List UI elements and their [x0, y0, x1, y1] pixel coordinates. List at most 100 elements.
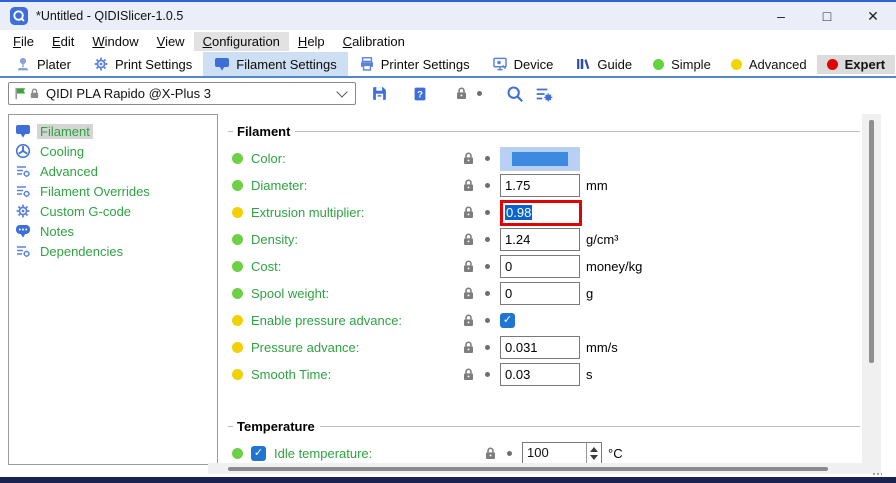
menu-item-configuration[interactable]: Configuration	[194, 32, 289, 51]
modified-state-dot-icon	[232, 207, 243, 218]
spin-up-icon[interactable]	[590, 447, 598, 452]
sidebar-item-filament-overrides[interactable]: Filament Overrides	[9, 181, 217, 201]
enable-checkbox[interactable]	[251, 446, 266, 461]
lock-icon[interactable]	[454, 86, 469, 101]
lock-icon[interactable]	[461, 340, 476, 355]
maximize-button[interactable]: □	[804, 2, 850, 30]
text-input-highlighted[interactable]: 0.98	[500, 200, 582, 226]
horizontal-scrollbar-thumb[interactable]	[228, 467, 828, 471]
close-button[interactable]: ✕	[850, 2, 896, 30]
revert-dot-icon[interactable]	[485, 183, 490, 188]
setting-row-spool-weight: Spool weight: g	[232, 280, 860, 307]
lock-icon[interactable]	[461, 313, 476, 328]
lock-icon[interactable]	[461, 178, 476, 193]
search-button[interactable]	[506, 85, 524, 103]
tab-device[interactable]: Device	[481, 52, 565, 76]
lock-icon[interactable]	[461, 286, 476, 301]
sidebar-item-advanced[interactable]: Advanced	[9, 161, 217, 181]
compare-settings-button[interactable]	[535, 85, 553, 103]
setting-unit: mm	[586, 178, 608, 193]
menu-item-help[interactable]: Help	[289, 32, 334, 51]
vertical-scrollbar[interactable]	[862, 114, 881, 465]
spin-down-icon[interactable]	[590, 455, 598, 460]
sidebar-item-filament[interactable]: Filament	[9, 121, 217, 141]
sidebar-item-label: Custom G-code	[37, 204, 134, 219]
menu-bar: FileEditWindowViewConfigurationHelpCalib…	[0, 30, 896, 52]
revert-dot-icon[interactable]	[477, 91, 482, 96]
menu-item-edit[interactable]: Edit	[43, 32, 83, 51]
expert-mode-dot-icon	[827, 59, 838, 70]
setting-label-group: Diameter:	[232, 178, 461, 193]
setting-label-group: Density:	[232, 232, 461, 247]
lock-icon[interactable]	[461, 151, 476, 166]
settings-panel: FilamentColor:Diameter:mmExtrusion multi…	[228, 114, 860, 467]
lock-icon[interactable]	[461, 232, 476, 247]
simple-mode-dot-icon	[653, 59, 664, 70]
revert-dot-icon[interactable]	[485, 156, 490, 161]
tab-print-settings[interactable]: Print Settings	[82, 52, 203, 76]
tab-filament-settings[interactable]: Filament Settings	[203, 52, 347, 76]
window-bottom-border	[0, 477, 896, 483]
menu-item-view[interactable]: View	[148, 32, 194, 51]
text-input[interactable]	[500, 363, 580, 386]
help-button[interactable]: ?	[412, 86, 428, 102]
text-input[interactable]	[500, 174, 580, 197]
setting-label: Enable pressure advance:	[251, 313, 402, 328]
lock-icon[interactable]	[461, 259, 476, 274]
horizontal-scrollbar[interactable]	[208, 463, 881, 474]
preset-toolbar: QIDI PLA Rapido @X-Plus 3 ?	[0, 78, 896, 109]
minimize-button[interactable]: –	[758, 2, 804, 30]
spinner-input[interactable]: 100	[522, 442, 602, 465]
text-input[interactable]	[500, 282, 580, 305]
sidebar-item-custom-g-code[interactable]: Custom G-code	[9, 201, 217, 221]
setting-label: Spool weight:	[251, 286, 329, 301]
lock-icon[interactable]	[461, 205, 476, 220]
lock-icon[interactable]	[483, 446, 498, 461]
setting-label-group: Color:	[232, 151, 461, 166]
preset-combobox[interactable]: QIDI PLA Rapido @X-Plus 3	[8, 82, 356, 105]
menu-item-file[interactable]: File	[4, 32, 43, 51]
setting-checkbox[interactable]	[500, 313, 515, 328]
setting-unit: money/kg	[586, 259, 642, 274]
revert-dot-icon[interactable]	[485, 372, 490, 377]
text-input[interactable]	[500, 336, 580, 359]
sidebar-item-notes[interactable]: Notes	[9, 221, 217, 241]
text-input[interactable]	[500, 228, 580, 251]
revert-dot-icon[interactable]	[485, 210, 490, 215]
modified-state-dot-icon	[232, 342, 243, 353]
lock-icon[interactable]	[461, 367, 476, 382]
modified-state-dot-icon	[232, 288, 243, 299]
advanced-mode-dot-icon	[731, 59, 742, 70]
spinner-arrows[interactable]	[586, 443, 601, 464]
color-swatch[interactable]	[500, 147, 580, 171]
text-input[interactable]	[500, 255, 580, 278]
revert-dot-icon[interactable]	[507, 451, 512, 456]
revert-dot-icon[interactable]	[485, 345, 490, 350]
mode-expert[interactable]: Expert	[817, 55, 895, 74]
notes-icon	[14, 223, 31, 239]
settings-sidebar: FilamentCoolingAdvancedFilament Override…	[8, 114, 218, 465]
revert-dot-icon[interactable]	[485, 237, 490, 242]
revert-dot-icon[interactable]	[485, 318, 490, 323]
mode-selector: Simple Advanced Expert	[643, 52, 896, 76]
spinner-value: 100	[523, 443, 586, 464]
menu-item-calibration[interactable]: Calibration	[334, 32, 414, 51]
mode-advanced[interactable]: Advanced	[721, 55, 817, 74]
revert-dot-icon[interactable]	[485, 291, 490, 296]
mode-label: Advanced	[749, 57, 807, 72]
section-header: Temperature	[228, 419, 860, 434]
tab-guide[interactable]: Guide	[564, 52, 643, 76]
setting-unit: g	[586, 286, 593, 301]
menu-item-window[interactable]: Window	[83, 32, 147, 51]
svg-text:?: ?	[417, 89, 423, 100]
tab-printer-settings[interactable]: Printer Settings	[348, 52, 481, 76]
setting-label: Extrusion multiplier:	[251, 205, 364, 220]
vertical-scrollbar-thumb[interactable]	[869, 120, 874, 363]
modified-state-dot-icon	[232, 153, 243, 164]
sidebar-item-cooling[interactable]: Cooling	[9, 141, 217, 161]
save-preset-button[interactable]	[371, 85, 388, 102]
sidebar-item-dependencies[interactable]: Dependencies	[9, 241, 217, 261]
tab-plater[interactable]: Plater	[4, 52, 82, 76]
revert-dot-icon[interactable]	[485, 264, 490, 269]
mode-simple[interactable]: Simple	[643, 55, 721, 74]
